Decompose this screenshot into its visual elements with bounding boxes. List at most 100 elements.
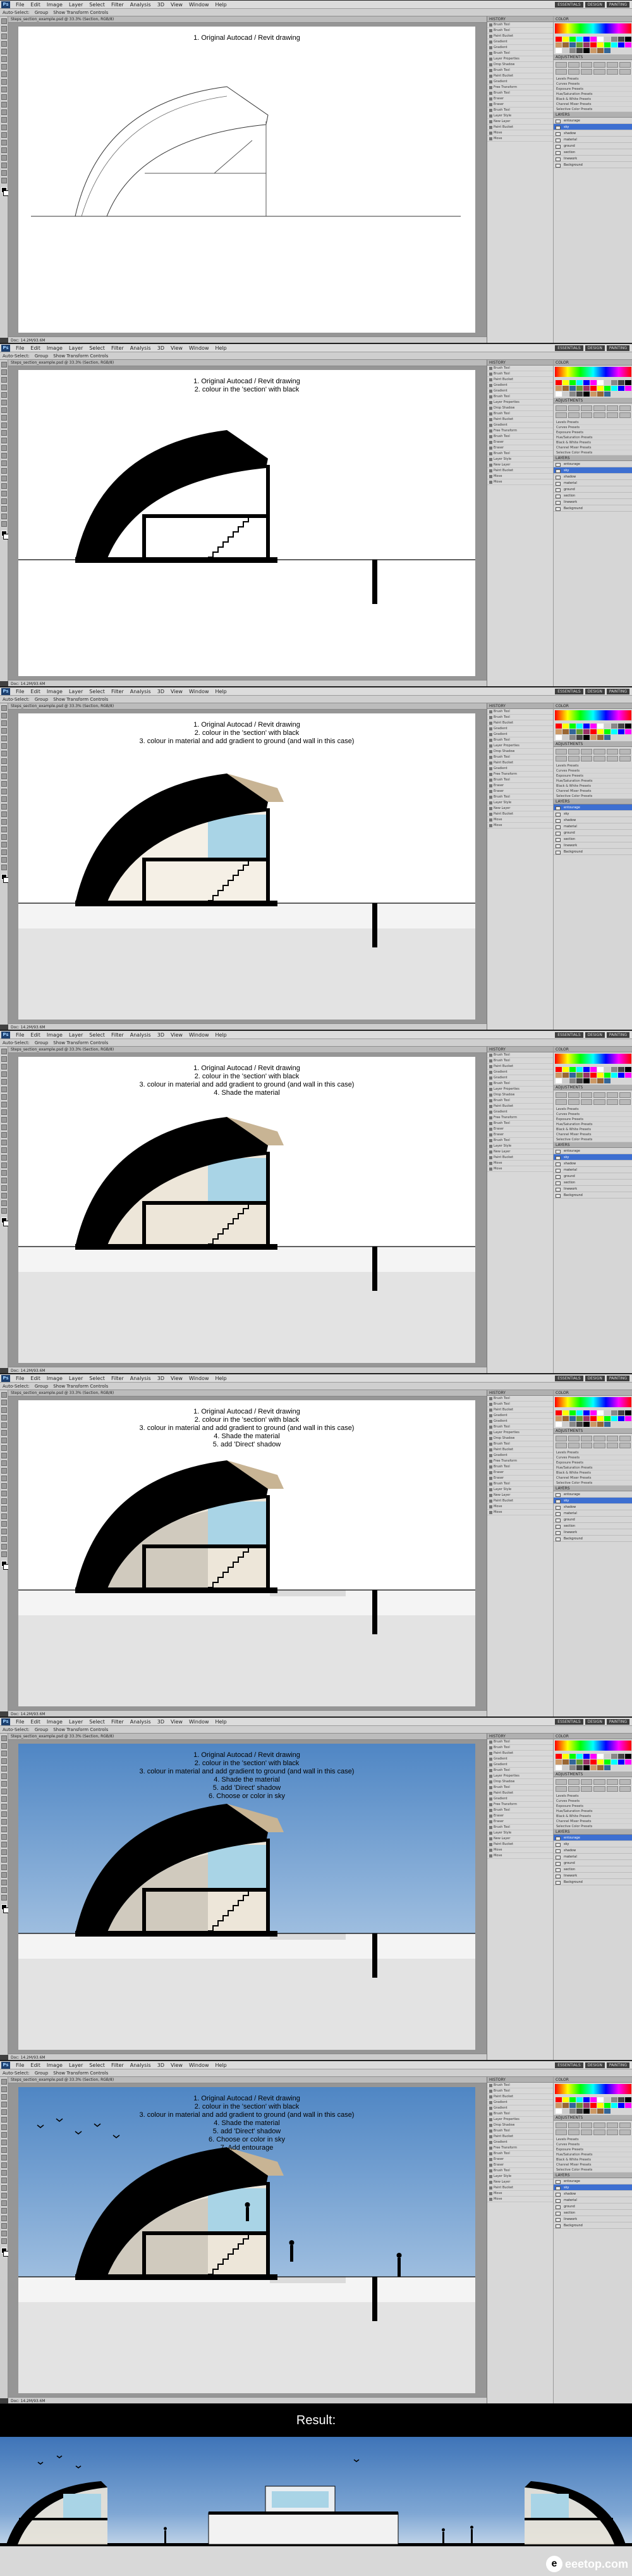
preset-item[interactable]: Channel Mixer Presets xyxy=(554,1819,632,1824)
swatch[interactable] xyxy=(562,1415,569,1421)
option-1[interactable]: Group xyxy=(35,354,48,359)
layer-row[interactable]: entourage xyxy=(554,118,632,124)
history-state[interactable]: Gradient xyxy=(487,388,553,394)
workspace-essentials[interactable]: ESSENTIALS xyxy=(555,2062,583,2068)
swatch[interactable] xyxy=(562,1078,569,1083)
tool-icon[interactable] xyxy=(1,1392,7,1398)
history-state[interactable]: Gradient xyxy=(487,1109,553,1115)
menu-item-filter[interactable]: Filter xyxy=(108,1032,127,1038)
history-state[interactable]: Brush Tool xyxy=(487,2168,553,2174)
swatch[interactable] xyxy=(562,391,569,397)
swatch[interactable] xyxy=(569,1421,576,1427)
workspace-painting[interactable]: PAINTING xyxy=(606,2062,629,2068)
adjustment-icon[interactable] xyxy=(556,1436,568,1441)
swatch[interactable] xyxy=(562,1765,569,1770)
swatch[interactable] xyxy=(583,36,590,42)
layer-row[interactable]: Background xyxy=(554,1536,632,1542)
tool-icon[interactable] xyxy=(1,1476,7,1481)
adjustment-icon[interactable] xyxy=(606,749,618,755)
history-state[interactable]: Brush Tool xyxy=(487,1464,553,1470)
menu-item-window[interactable]: Window xyxy=(186,1719,212,1725)
swatch[interactable] xyxy=(562,734,569,740)
tool-icon[interactable] xyxy=(1,1400,7,1405)
tool-icon[interactable] xyxy=(1,1415,7,1420)
menu-item-filter[interactable]: Filter xyxy=(108,2062,127,2068)
history-state[interactable]: Paint Bucket xyxy=(487,2185,553,2191)
layer-row[interactable]: Background xyxy=(554,505,632,512)
swatch[interactable] xyxy=(562,1421,569,1427)
option-0[interactable]: Auto-Select: xyxy=(3,1727,30,1732)
menu-item-window[interactable]: Window xyxy=(186,2062,212,2068)
history-state[interactable]: Free Transform xyxy=(487,1802,553,1808)
menu-item-file[interactable]: File xyxy=(13,1376,27,1381)
tool-icon[interactable] xyxy=(1,2193,7,2198)
tool-icon[interactable] xyxy=(1,1849,7,1855)
menu-item-help[interactable]: Help xyxy=(212,1032,230,1038)
tool-icon[interactable] xyxy=(1,1544,7,1550)
workspace-design[interactable]: DESIGN xyxy=(585,1718,605,1725)
swatch[interactable] xyxy=(617,2097,624,2102)
swatch[interactable] xyxy=(583,1066,590,1072)
history-state[interactable]: Free Transform xyxy=(487,2145,553,2151)
document-canvas[interactable]: 1. Original Autocad / Revit drawing 2. co… xyxy=(18,1744,475,2050)
tool-icon[interactable] xyxy=(1,2147,7,2153)
layer-row[interactable]: section xyxy=(554,493,632,499)
menu-item-window[interactable]: Window xyxy=(186,1032,212,1038)
swatch[interactable] xyxy=(590,36,597,42)
history-state[interactable]: Paint Bucket xyxy=(487,2094,553,2100)
menu-item-select[interactable]: Select xyxy=(86,345,108,351)
workspace-design[interactable]: DESIGN xyxy=(585,1375,605,1381)
tool-icon[interactable] xyxy=(1,1407,7,1413)
history-state[interactable]: Brush Tool xyxy=(487,737,553,743)
workspace-design[interactable]: DESIGN xyxy=(585,1,605,8)
layer-row[interactable]: section xyxy=(554,1866,632,1873)
tool-icon[interactable] xyxy=(1,1804,7,1809)
adjustment-icon[interactable] xyxy=(606,1099,618,1105)
adjustment-icon[interactable] xyxy=(581,1099,593,1105)
tool-icon[interactable] xyxy=(1,1758,7,1764)
tool-icon[interactable] xyxy=(1,64,7,70)
layer-row[interactable]: Background xyxy=(554,1879,632,1885)
swatch[interactable] xyxy=(576,1765,583,1770)
option-2[interactable]: Show Transform Controls xyxy=(53,2071,108,2076)
swatch[interactable] xyxy=(597,47,604,53)
layer-row[interactable]: material xyxy=(554,1510,632,1517)
tool-icon[interactable] xyxy=(1,1147,7,1153)
preset-item[interactable]: Levels Presets xyxy=(554,2137,632,2142)
workspace-essentials[interactable]: ESSENTIALS xyxy=(555,1718,583,1725)
swatch[interactable] xyxy=(562,1759,569,1765)
layer-row[interactable]: shadow xyxy=(554,474,632,480)
history-state[interactable]: Brush Tool xyxy=(487,1098,553,1104)
layer-row[interactable]: shadow xyxy=(554,2191,632,2197)
tool-icon[interactable] xyxy=(1,415,7,421)
swatch[interactable] xyxy=(583,1753,590,1759)
tool-icon[interactable] xyxy=(1,2155,7,2160)
layer-row[interactable]: shadow xyxy=(554,1161,632,1167)
swatch[interactable] xyxy=(555,36,562,42)
swatch[interactable] xyxy=(597,729,604,734)
history-state[interactable]: Brush Tool xyxy=(487,22,553,28)
swatch[interactable] xyxy=(597,385,604,391)
swatch[interactable] xyxy=(597,1421,604,1427)
document-canvas[interactable]: 1. Original Autocad / Revit drawing 2. co… xyxy=(18,2087,475,2393)
swatch[interactable] xyxy=(555,47,562,53)
swatch[interactable] xyxy=(597,2108,604,2114)
adjustment-icon[interactable] xyxy=(568,1099,580,1105)
history-state[interactable]: Paint Bucket xyxy=(487,1751,553,1756)
history-state[interactable]: Brush Tool xyxy=(487,366,553,371)
layer-row[interactable]: linework xyxy=(554,842,632,849)
tool-icon[interactable] xyxy=(1,1498,7,1504)
menu-item-edit[interactable]: Edit xyxy=(27,2062,44,2068)
tool-icon[interactable] xyxy=(1,26,7,32)
adjustment-icon[interactable] xyxy=(556,1443,568,1448)
history-state[interactable]: Gradient xyxy=(487,766,553,772)
history-state[interactable]: Move xyxy=(487,474,553,479)
tool-icon[interactable] xyxy=(1,2079,7,2085)
menu-item-file[interactable]: File xyxy=(13,2062,27,2068)
tool-icon[interactable] xyxy=(1,1079,7,1085)
history-state[interactable]: Eraser xyxy=(487,1819,553,1825)
tool-icon[interactable] xyxy=(1,34,7,39)
history-state[interactable]: New Layer xyxy=(487,2179,553,2185)
swatch[interactable] xyxy=(590,1066,597,1072)
history-state[interactable]: Gradient xyxy=(487,1413,553,1419)
